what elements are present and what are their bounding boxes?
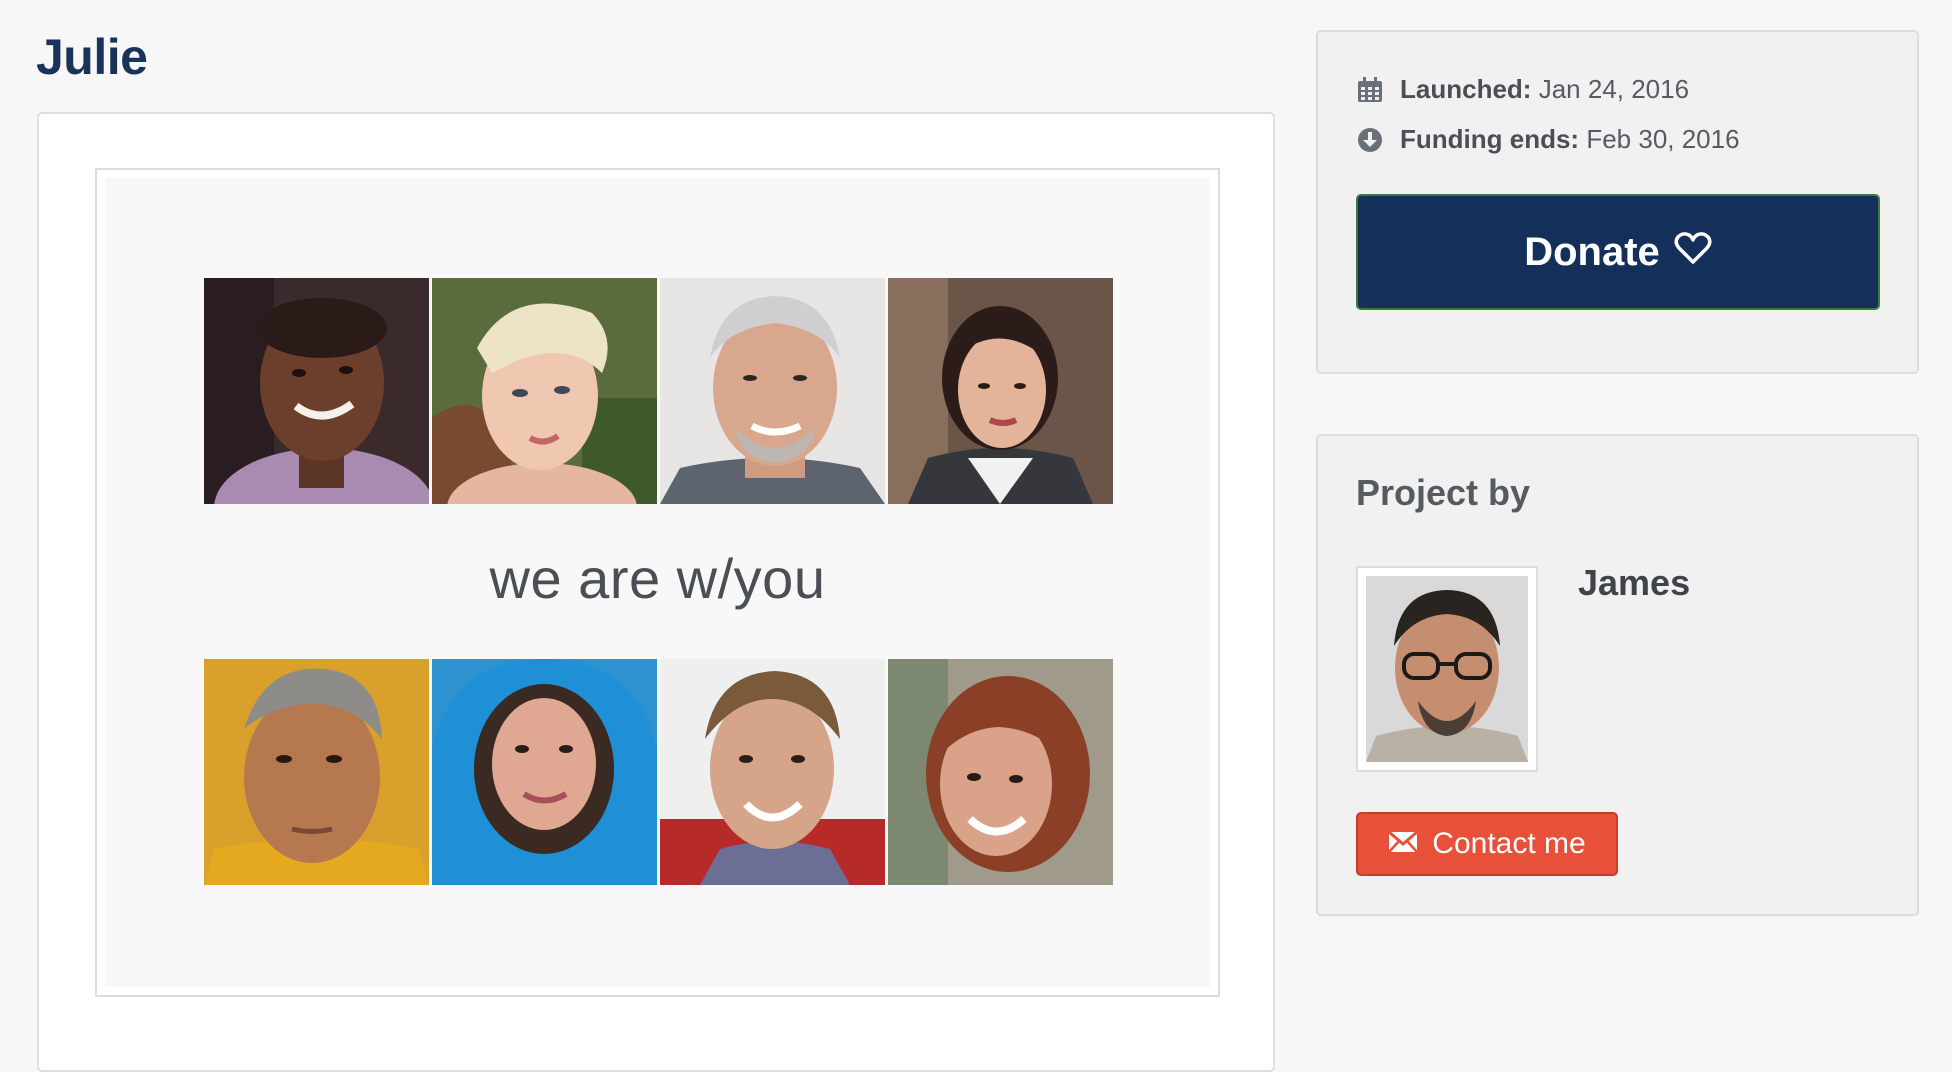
face-photo [888,659,1113,885]
donate-button[interactable]: Donate [1356,194,1880,310]
project-by-heading: Project by [1356,472,1531,513]
face-photo [432,659,657,885]
campaign-image[interactable]: we are w/you [105,178,1210,987]
funding-ends-date: Feb 30, 2016 [1586,124,1740,154]
project-owner-card: Project by James Contact me [1316,434,1919,916]
contact-me-label: Contact me [1432,827,1586,860]
face-photo [888,278,1113,504]
face-photo [660,659,885,885]
face-photo [432,278,657,504]
contact-me-button[interactable]: Contact me [1356,812,1618,876]
author-avatar-frame[interactable] [1356,566,1538,772]
face-photo [660,278,885,504]
photo-row-top [204,278,1113,504]
calendar-icon [1356,76,1384,104]
face-photo [204,278,429,504]
face-photo [204,659,429,885]
donate-label: Donate [1524,229,1660,274]
launched-label: Launched: [1400,74,1532,104]
launched-row: Launched: Jan 24, 2016 [1356,74,1689,105]
campaign-tagline: we are w/you [489,547,826,610]
funding-ends-row: Funding ends: Feb 30, 2016 [1356,124,1740,155]
photo-row-bottom [204,659,1113,885]
author-name[interactable]: James [1578,562,1690,604]
campaign-media-card: we are w/you [37,112,1275,1072]
page-title: Julie [36,29,148,85]
download-circle-icon [1356,126,1384,154]
campaign-info-card: Launched: Jan 24, 2016 Funding ends: Feb… [1316,30,1919,374]
launched-date: Jan 24, 2016 [1538,74,1690,104]
funding-ends-label: Funding ends: [1400,124,1580,154]
campaign-media-frame: we are w/you [95,168,1220,997]
heart-outline-icon [1674,230,1712,275]
avatar [1366,576,1528,762]
envelope-icon [1388,827,1419,861]
